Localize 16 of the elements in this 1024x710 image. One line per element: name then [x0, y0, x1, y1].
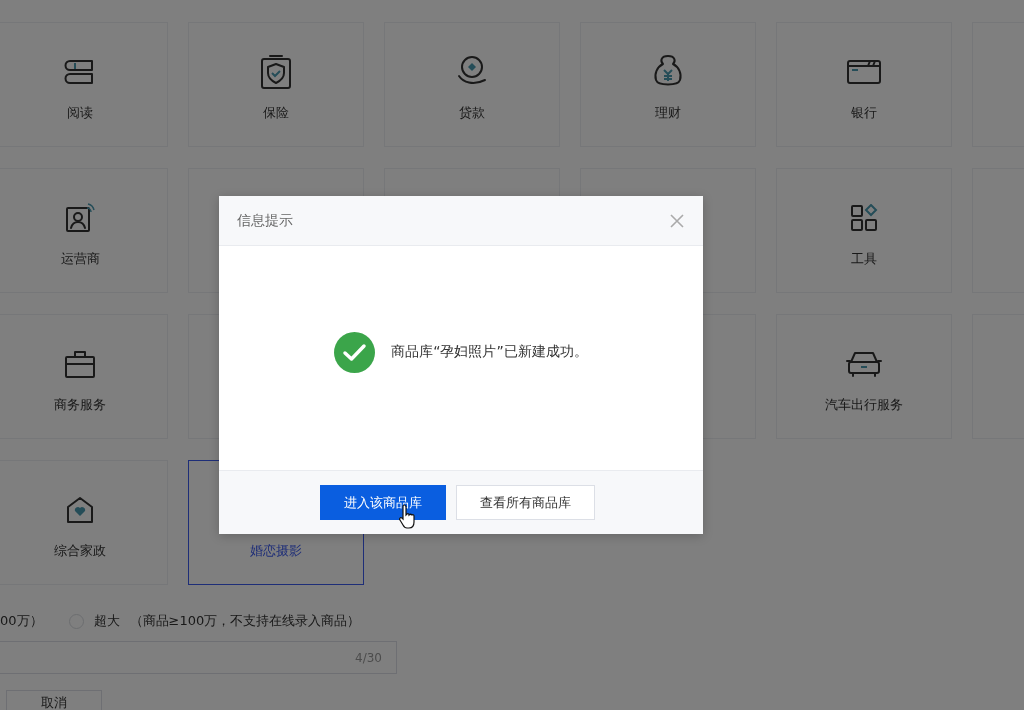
category-label: 综合家政: [54, 542, 106, 560]
category-label: 汽车出行服务: [825, 396, 903, 414]
category-label: 运营商: [60, 250, 100, 268]
category-label: 商务服务: [54, 396, 106, 414]
dialog-title: 信息提示: [237, 211, 293, 230]
category-label: 银行: [851, 104, 877, 122]
category-label: 婚恋摄影: [250, 542, 302, 560]
option-note: （商品≥100万，不支持在线录入商品）: [129, 612, 361, 630]
category-label: 阅读: [67, 104, 93, 122]
category-label: 保险: [263, 104, 289, 122]
category-label: 工具: [851, 250, 877, 268]
category-label: 理财: [655, 104, 681, 122]
success-message: 商品库“孕妇照片”已新建成功。: [391, 343, 588, 361]
option-label: 00万）: [0, 612, 43, 630]
category-label: 贷款: [459, 104, 485, 122]
option-label: 超大: [93, 612, 120, 630]
